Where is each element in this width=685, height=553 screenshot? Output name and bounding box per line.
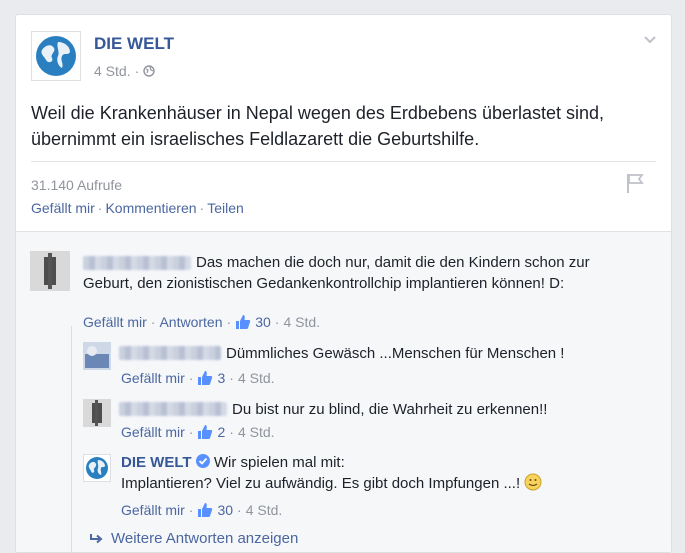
dot-separator: ·: [199, 200, 205, 216]
like-count[interactable]: 3: [217, 370, 225, 386]
reply-time[interactable]: 4 Std.: [238, 370, 275, 386]
meta-separator: ·: [134, 63, 140, 79]
reply-name-blurred[interactable]: [119, 346, 221, 360]
post-time[interactable]: 4 Std.: [94, 63, 131, 79]
reply-time[interactable]: 4 Std.: [238, 424, 275, 440]
verified-badge-icon: [195, 454, 210, 468]
globe-logo-icon: [36, 36, 76, 76]
divider: [31, 161, 656, 162]
reply-name-blurred[interactable]: [119, 402, 227, 416]
dot-separator: ·: [274, 314, 280, 330]
dot-separator: ·: [150, 314, 156, 330]
post-actions: Gefällt mir · Kommentieren · Teilen: [31, 200, 244, 216]
like-count[interactable]: 30: [255, 314, 271, 330]
reply-button[interactable]: Antworten: [159, 314, 222, 330]
comment-actions: Gefällt mir · Antworten · 30 · 4 Std.: [83, 314, 320, 330]
dot-separator: ·: [97, 200, 103, 216]
avatar-image: [83, 399, 111, 427]
page-reply-avatar[interactable]: [83, 454, 111, 482]
comment-time[interactable]: 4 Std.: [283, 314, 320, 330]
reply-avatar[interactable]: [83, 342, 111, 370]
thumbs-up-icon[interactable]: [197, 370, 213, 386]
reply-actions: Gefällt mir · 30 · 4 Std.: [121, 502, 282, 518]
reply-actions: Gefällt mir · 2 · 4 Std.: [121, 424, 275, 440]
comment-text: Das machen die doch nur, damit die den K…: [83, 254, 590, 292]
smiley-emoji-icon: [524, 473, 542, 491]
thumbs-up-icon[interactable]: [197, 424, 213, 440]
page-reply-author[interactable]: DIE WELT: [121, 454, 192, 471]
reply-actions: Gefällt mir · 3 · 4 Std.: [121, 370, 275, 386]
page-reply-line1: Wir spielen mal mit:: [213, 454, 345, 471]
reply-thread-line: [71, 326, 72, 552]
dot-separator: ·: [229, 370, 234, 386]
reply-time[interactable]: 4 Std.: [246, 502, 283, 518]
page-avatar[interactable]: [31, 31, 81, 81]
view-count: 31.140 Aufrufe: [31, 177, 123, 193]
more-replies-label[interactable]: Weitere Antworten anzeigen: [111, 530, 298, 547]
flag-icon[interactable]: [625, 172, 645, 194]
thumbs-up-icon[interactable]: [235, 314, 251, 330]
page-name[interactable]: DIE WELT: [94, 34, 174, 54]
post-meta: 4 Std. ·: [94, 63, 155, 79]
avatar-image: [83, 342, 111, 370]
page-reply-line2: Implantieren? Viel zu aufwändig. Es gibt…: [121, 475, 521, 492]
reply-like-button[interactable]: Gefällt mir: [121, 502, 185, 518]
dot-separator: ·: [229, 424, 234, 440]
globe-privacy-icon[interactable]: [143, 65, 155, 77]
comments-section: Das machen die doch nur, damit die den K…: [16, 231, 671, 552]
reply-text: Dümmliches Gewäsch ...Menschen für Mensc…: [226, 345, 565, 362]
dot-separator: ·: [188, 370, 194, 386]
page-reply-content: DIE WELT Wir spielen mal mit: Implantier…: [121, 452, 641, 494]
reply-arrow-icon: [90, 533, 103, 543]
avatar-image: [30, 251, 70, 291]
dot-separator: ·: [188, 424, 194, 440]
commenter-avatar[interactable]: [30, 251, 70, 291]
like-count[interactable]: 30: [217, 502, 233, 518]
like-count[interactable]: 2: [217, 424, 225, 440]
dot-separator: ·: [188, 502, 194, 518]
post-text: Weil die Krankenhäuser in Nepal wegen de…: [31, 103, 605, 149]
post-card: DIE WELT 4 Std. · Weil die Krankenhäuser…: [15, 14, 672, 553]
reply-like-button[interactable]: Gefällt mir: [121, 424, 185, 440]
thumbs-up-icon[interactable]: [197, 502, 213, 518]
reply-text: Du bist nur zu blind, die Wahrheit zu er…: [232, 401, 548, 418]
globe-logo-icon: [86, 457, 108, 479]
dot-separator: ·: [237, 502, 242, 518]
chevron-down-icon[interactable]: [643, 32, 657, 46]
more-replies-link[interactable]: Weitere Antworten anzeigen: [89, 530, 298, 547]
share-button[interactable]: Teilen: [207, 200, 244, 216]
reply-like-button[interactable]: Gefällt mir: [121, 370, 185, 386]
comment-button[interactable]: Kommentieren: [105, 200, 196, 216]
like-button[interactable]: Gefällt mir: [31, 200, 95, 216]
reply-avatar[interactable]: [83, 399, 111, 427]
comment-like-button[interactable]: Gefällt mir: [83, 314, 147, 330]
dot-separator: ·: [226, 314, 232, 330]
